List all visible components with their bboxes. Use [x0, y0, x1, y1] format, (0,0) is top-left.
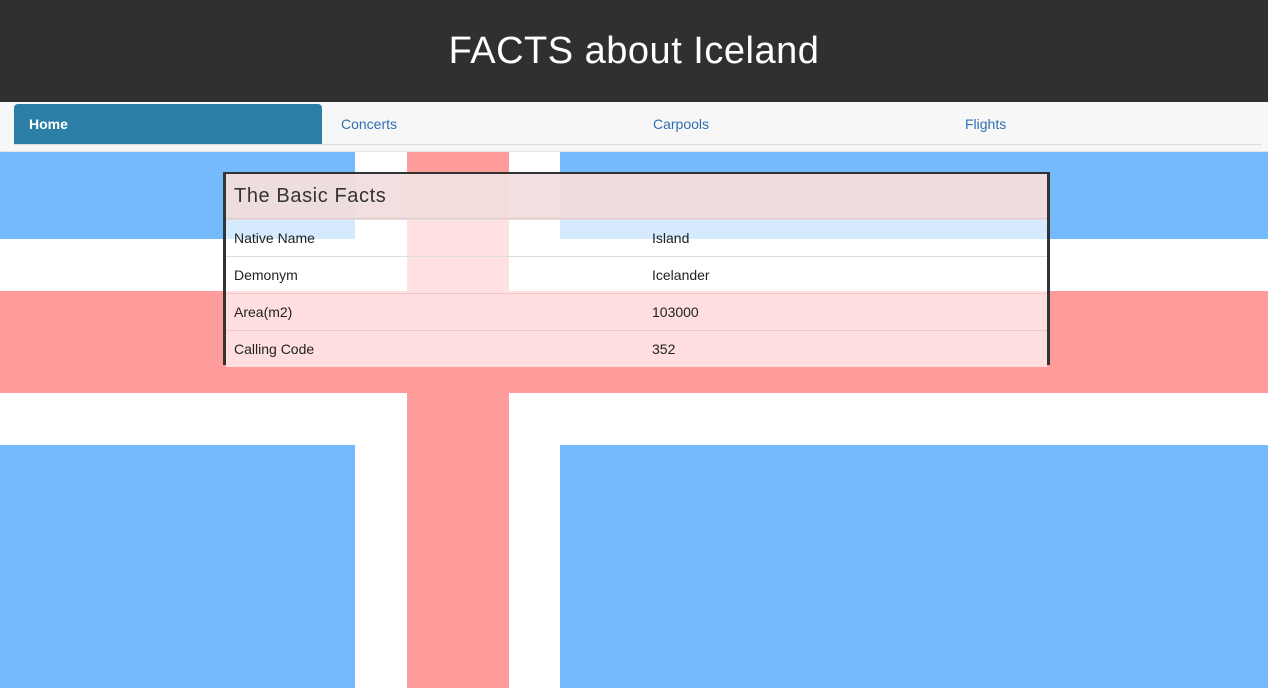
table-row: Calling Code 352	[226, 330, 1047, 367]
nav-tabs: Home Concerts Carpools Flights	[0, 102, 1268, 152]
facts-table: Native Name Island Demonym Icelander Are…	[226, 219, 1047, 367]
page-title: FACTS about Iceland	[448, 29, 820, 72]
table-row: Native Name Island	[226, 219, 1047, 257]
tab-flights[interactable]: Flights	[946, 104, 1258, 144]
fact-value: Island	[644, 219, 1047, 257]
panel-title: The Basic Facts	[226, 174, 1047, 219]
fact-label: Demonym	[226, 256, 644, 294]
page-header: FACTS about Iceland	[0, 0, 1268, 102]
table-row: Area(m2) 103000	[226, 293, 1047, 331]
tab-concerts[interactable]: Concerts	[322, 104, 634, 144]
fact-label: Calling Code	[226, 330, 644, 367]
tabs-divider	[14, 144, 1262, 145]
tab-home[interactable]: Home	[14, 104, 322, 144]
fact-label: Native Name	[226, 219, 644, 257]
tab-carpools-label: Carpools	[653, 116, 710, 132]
fact-value: Icelander	[644, 256, 1047, 294]
fact-value: 103000	[644, 293, 1047, 331]
tab-concerts-label: Concerts	[341, 116, 398, 132]
tab-flights-label: Flights	[965, 116, 1007, 132]
fact-value: 352	[644, 330, 1047, 367]
tab-home-label: Home	[29, 116, 68, 132]
tab-carpools[interactable]: Carpools	[634, 104, 946, 144]
basic-facts-panel: The Basic Facts Native Name Island Demon…	[223, 172, 1050, 367]
fact-label: Area(m2)	[226, 293, 644, 331]
table-row: Demonym Icelander	[226, 256, 1047, 294]
